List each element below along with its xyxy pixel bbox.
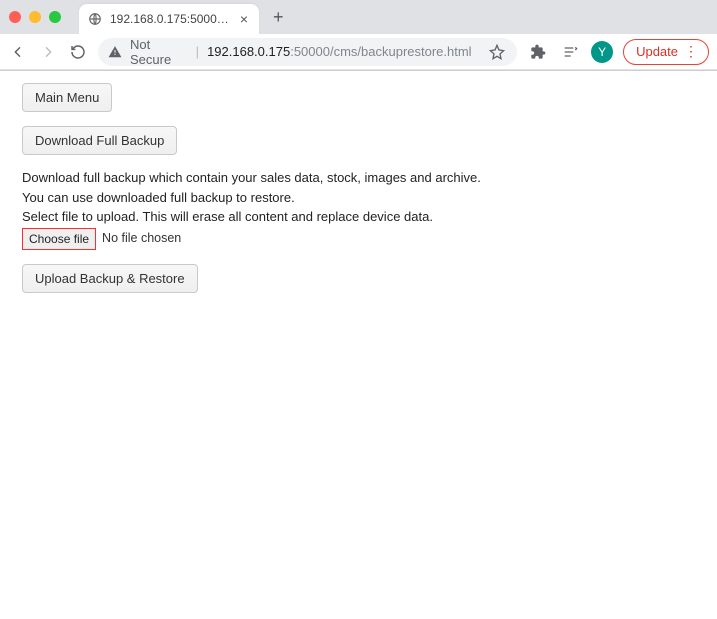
close-tab-icon[interactable]: × <box>237 11 251 27</box>
security-label: Not Secure <box>130 37 188 67</box>
tab-strip: 192.168.0.175:50000/cms/bac × + <box>0 0 717 34</box>
update-label: Update <box>636 44 678 59</box>
divider: | <box>196 44 199 59</box>
address-input[interactable]: Not Secure | 192.168.0.175:50000/cms/bac… <box>98 38 517 66</box>
description-line-2: You can use downloaded full backup to re… <box>22 189 695 207</box>
address-bar: Not Secure | 192.168.0.175:50000/cms/bac… <box>0 34 717 70</box>
back-button[interactable] <box>8 42 28 62</box>
profile-avatar[interactable]: Y <box>591 41 613 63</box>
choose-file-button[interactable]: Choose file <box>22 228 96 250</box>
reading-list-icon[interactable] <box>559 41 581 63</box>
reload-button[interactable] <box>68 42 88 62</box>
menu-dots-icon: ⋮ <box>684 43 698 60</box>
tab-title: 192.168.0.175:50000/cms/bac <box>110 12 230 26</box>
download-backup-button[interactable]: Download Full Backup <box>22 126 177 155</box>
browser-chrome: 192.168.0.175:50000/cms/bac × + Not Secu… <box>0 0 717 71</box>
file-input-row: Choose file No file chosen <box>22 228 695 250</box>
url-text: 192.168.0.175:50000/cms/backuprestore.ht… <box>207 44 472 59</box>
browser-tab[interactable]: 192.168.0.175:50000/cms/bac × <box>79 4 259 34</box>
description-line-1: Download full backup which contain your … <box>22 169 695 187</box>
forward-button[interactable] <box>38 42 58 62</box>
star-icon[interactable] <box>488 41 508 63</box>
url-host: 192.168.0.175 <box>207 44 290 59</box>
minimize-window-icon[interactable] <box>29 11 41 23</box>
window-controls <box>9 11 61 23</box>
page-content: Main Menu Download Full Backup Download … <box>0 71 717 319</box>
warning-icon <box>108 45 122 59</box>
upload-restore-button[interactable]: Upload Backup & Restore <box>22 264 198 293</box>
update-button[interactable]: Update ⋮ <box>623 39 709 65</box>
maximize-window-icon[interactable] <box>49 11 61 23</box>
globe-icon <box>87 11 103 27</box>
close-window-icon[interactable] <box>9 11 21 23</box>
main-menu-button[interactable]: Main Menu <box>22 83 112 112</box>
file-status-text: No file chosen <box>102 230 181 247</box>
new-tab-button[interactable]: + <box>267 7 290 28</box>
extensions-icon[interactable] <box>527 41 549 63</box>
avatar-letter: Y <box>598 45 606 59</box>
url-path: :50000/cms/backuprestore.html <box>290 44 471 59</box>
description-line-3: Select file to upload. This will erase a… <box>22 208 695 226</box>
